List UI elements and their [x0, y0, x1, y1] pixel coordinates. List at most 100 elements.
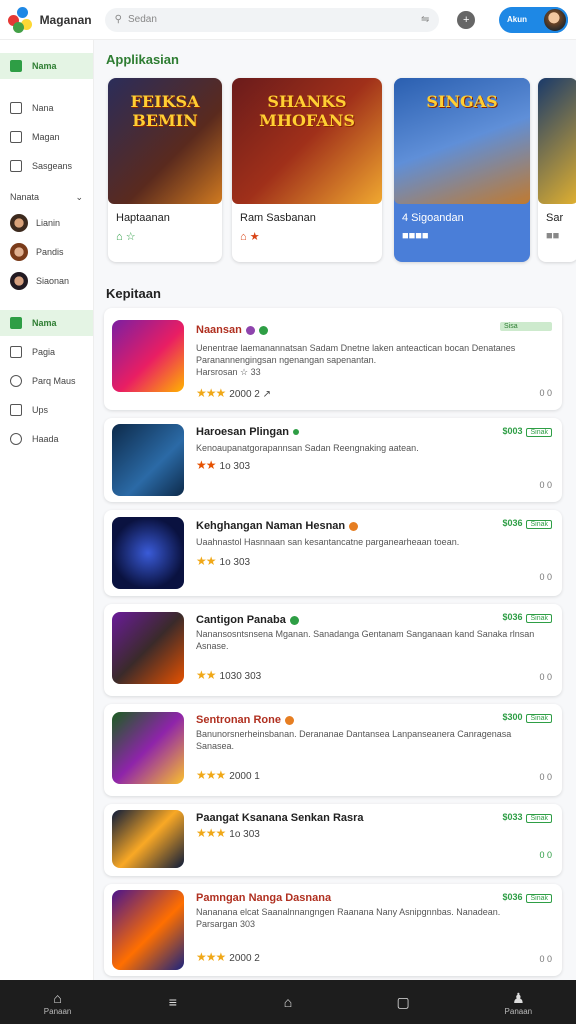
install-pill[interactable]: Sinak — [526, 894, 552, 903]
badge-icon — [349, 521, 359, 531]
price[interactable]: $300 Sinak — [502, 712, 552, 723]
install-pill[interactable]: Sinak — [526, 428, 552, 437]
nav-square[interactable]: ▢ — [373, 993, 433, 1011]
sidebar-item-label: Pandis — [36, 247, 64, 257]
list-item[interactable]: Haroesan Plingan $003 Sinak Kenoaupanatgo… — [104, 418, 562, 502]
price[interactable]: $033 Sinak — [502, 812, 552, 823]
voice-icon[interactable]: ⇋ — [421, 14, 429, 25]
sidebar-item-active[interactable]: Nama — [0, 310, 93, 336]
sidebar-item-4[interactable]: Sasgeans — [0, 153, 93, 179]
list-item[interactable]: Paangat Ksanana Senkan Rasra $033 Sinak ★… — [104, 804, 562, 876]
item-title[interactable]: Kehghangan Naman Hesnan — [196, 520, 359, 532]
featured-card[interactable]: SINGAS 4 Sigoandan ■■■■ — [394, 78, 530, 262]
search-bar[interactable]: ⚲ Sedan ⇋ — [104, 7, 440, 32]
card-icons: ■■ — [546, 230, 560, 242]
top-bar: Maganan ⚲ Sedan ⇋ + Akun — [0, 0, 576, 40]
featured-card[interactable]: FEIKSA BEMIN Haptaanan ⌂ ☆ — [108, 78, 222, 262]
title-text: Kehghangan Naman Hesnan — [196, 520, 346, 532]
avatar[interactable] — [542, 6, 568, 33]
account-button[interactable]: Akun — [499, 6, 568, 33]
sidebar-item-8[interactable]: Ups — [0, 397, 93, 423]
nav-profile[interactable]: ♟ Panaan — [488, 989, 548, 1016]
settings-icon[interactable]: + — [457, 10, 476, 29]
price-text: $036 — [502, 612, 523, 622]
avatar — [10, 214, 28, 232]
price[interactable]: Sisa — [496, 320, 552, 331]
home-outline-icon — [10, 404, 22, 416]
card-icons: ⌂ ☆ — [116, 231, 136, 243]
item-rating: ★★ 1o 303 — [196, 458, 250, 472]
nav-menu[interactable]: ≡ — [143, 993, 203, 1011]
item-title[interactable]: Naansan — [196, 324, 268, 336]
rating-text: 1o 303 — [229, 829, 260, 840]
star-icon: ★★★ — [196, 768, 226, 782]
sidebar-item-label: Nana — [32, 103, 54, 113]
sidebar-person-1[interactable]: Lianin — [0, 210, 93, 236]
install-pill[interactable]: Sisa — [500, 322, 552, 331]
list-item[interactable]: Pamngan Nanga Dasnana $036 Sinak Nananana… — [104, 884, 562, 976]
price-text: $036 — [502, 892, 523, 902]
square-icon: ▢ — [396, 994, 410, 1010]
sidebar-item-3[interactable]: Magan — [0, 124, 93, 150]
sidebar-person-3[interactable]: Siaonan — [0, 268, 93, 294]
nav-center[interactable]: ⌂ — [258, 993, 318, 1011]
item-description: Kenoaupanatgorapannsan Sadan Reengnaking… — [196, 443, 419, 453]
star-icon: ★★ — [196, 554, 216, 568]
item-side: 0 0 — [539, 850, 552, 860]
item-title[interactable]: Pamngan Nanga Dasnana — [196, 892, 331, 904]
item-side: 0 0 — [539, 572, 552, 582]
star-icon: ★★★ — [196, 950, 226, 964]
search-input[interactable]: Sedan — [128, 14, 421, 25]
grid-icon — [10, 102, 22, 114]
price[interactable]: $003 Sinak — [502, 426, 552, 437]
app-brand: Maganan — [39, 12, 92, 27]
sidebar-item-7[interactable]: Parq Maus — [0, 368, 93, 394]
price[interactable]: $036 Sinak — [502, 518, 552, 529]
star-icon: ★★★ — [196, 386, 226, 400]
item-title[interactable]: Paangat Ksanana Senkan Rasra — [196, 812, 364, 824]
item-side: 0 0 — [539, 772, 552, 782]
list-item[interactable]: Naansan Sisa Uenentrae laemanannatsan Sa… — [104, 308, 562, 410]
price-text: $033 — [502, 812, 523, 822]
install-pill[interactable]: Sinak — [526, 614, 552, 623]
item-side: 0 0 — [539, 480, 552, 490]
item-title[interactable]: Cantigon Panaba — [196, 614, 299, 626]
sidebar-person-2[interactable]: Pandis — [0, 239, 93, 265]
sidebar-item-label: Nama — [32, 318, 57, 328]
sidebar-item-label: Haada — [32, 434, 59, 444]
install-pill[interactable]: Sinak — [526, 714, 552, 723]
item-title[interactable]: Sentronan Rone — [196, 714, 294, 726]
title-text: Pamngan Nanga Dasnana — [196, 892, 332, 904]
list-item[interactable]: Sentronan Rone $300 Sinak Banunorsnerhein… — [104, 704, 562, 796]
sidebar-item-2[interactable]: Nana — [0, 95, 93, 121]
install-pill[interactable]: Sinak — [526, 520, 552, 529]
install-pill[interactable]: Sinak — [526, 814, 552, 823]
title-text: Haroesan Plingan — [196, 426, 289, 438]
nav-home[interactable]: ⌂ Panaan — [28, 989, 88, 1016]
art-text: FEIKSA BEMIN — [130, 92, 200, 130]
price-text: $036 — [502, 518, 523, 528]
badge-icon — [289, 615, 299, 625]
sidebar-section-header[interactable]: Nanata ⌄ — [0, 187, 93, 207]
app-thumbnail — [112, 890, 184, 970]
price[interactable]: $036 Sinak — [502, 892, 552, 903]
app-thumbnail — [112, 612, 184, 684]
featured-card[interactable]: SHANKS MHOFANS Ram Sasbanan ⌂ ★ — [232, 78, 382, 262]
list-item[interactable]: Cantigon Panaba $036 Sinak Nanansosntsnse… — [104, 604, 562, 696]
desc-extra: Harsrosan ☆ 33 — [196, 367, 261, 377]
sidebar-item-6[interactable]: Pagia — [0, 339, 93, 365]
star-icon: ★★ — [196, 458, 216, 472]
wand-icon — [10, 131, 22, 143]
app-thumbnail — [112, 320, 184, 392]
list-item[interactable]: Kehghangan Naman Hesnan $036 Sinak Uaahna… — [104, 510, 562, 596]
sidebar-item-home[interactable]: Nama — [0, 53, 93, 79]
app-logo[interactable] — [8, 6, 34, 33]
sidebar-item-label: Lianin — [36, 218, 61, 228]
section-label: Nanata — [10, 192, 40, 202]
sidebar-item-9[interactable]: Haada — [0, 426, 93, 452]
title-text: Naansan — [196, 324, 242, 336]
featured-card[interactable]: Sar ■■ — [538, 78, 576, 262]
item-title[interactable]: Haroesan Plingan — [196, 426, 299, 438]
price[interactable]: $036 Sinak — [502, 612, 552, 623]
rating-text: 2000 2 — [229, 953, 260, 964]
